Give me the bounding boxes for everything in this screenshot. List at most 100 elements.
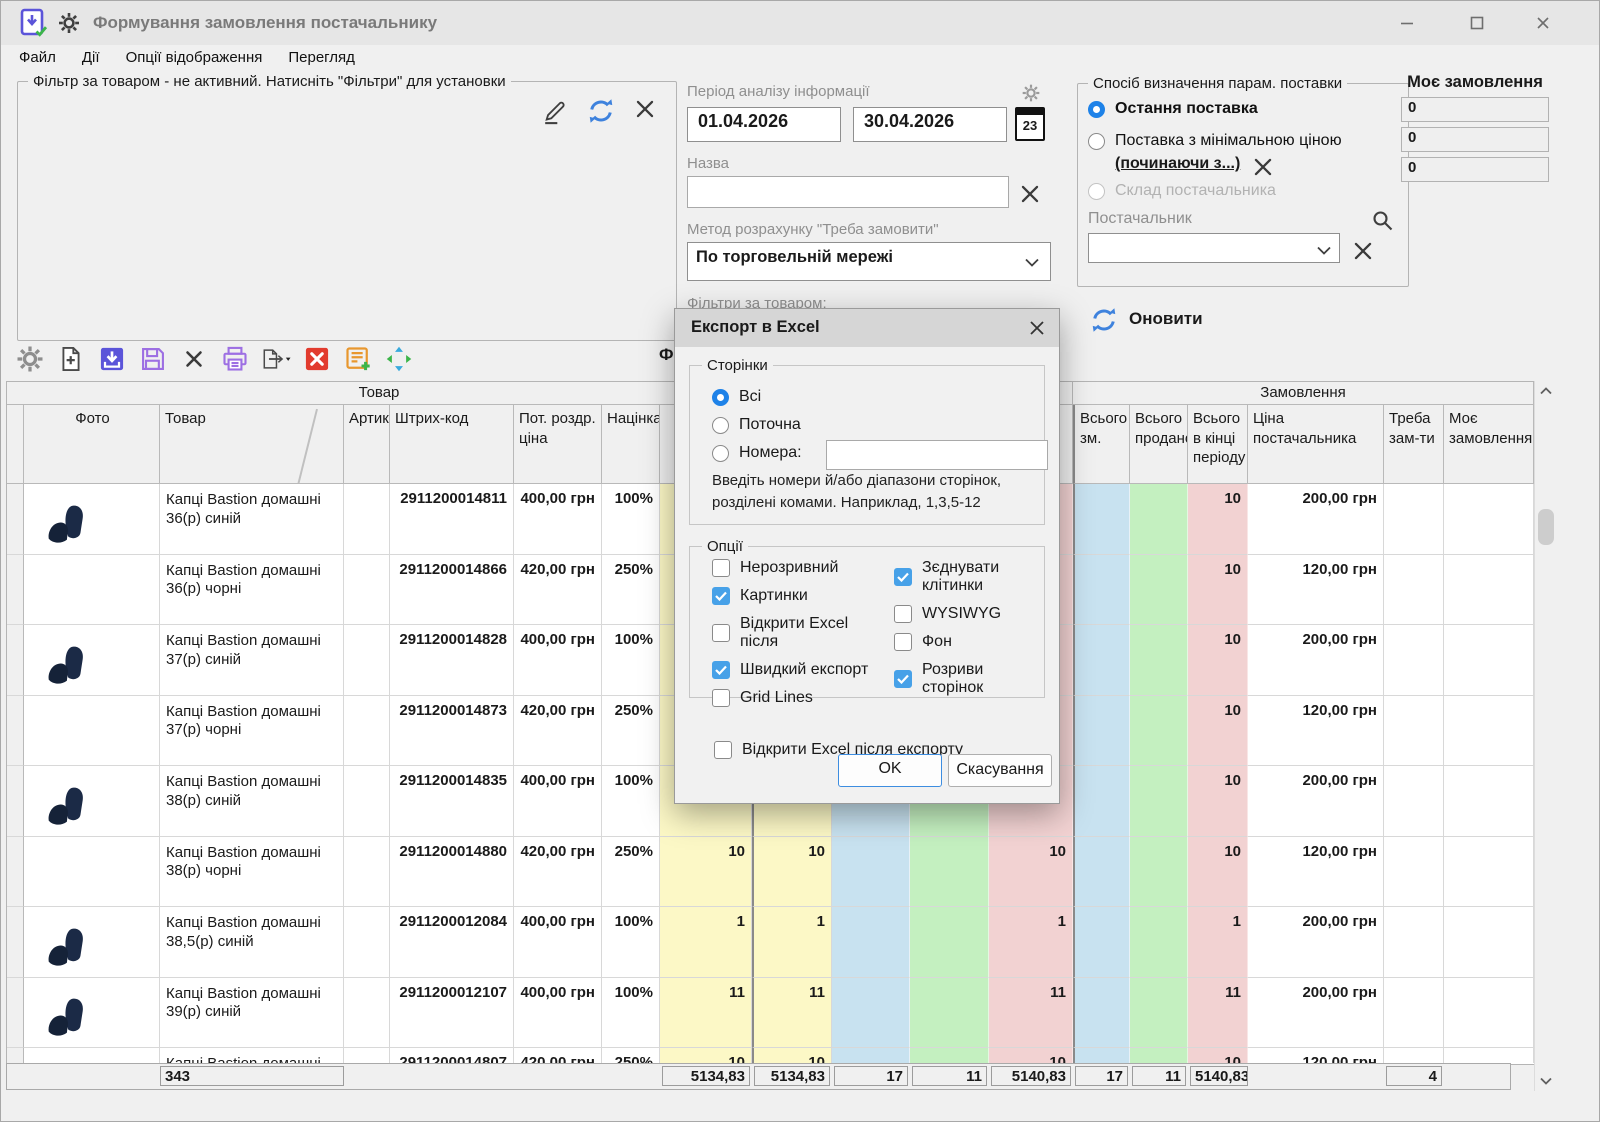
settings-icon[interactable] bbox=[15, 344, 45, 374]
toolbar bbox=[15, 341, 414, 377]
option-left-5[interactable]: Grid Lines bbox=[712, 689, 878, 707]
option-right-3[interactable]: Фон bbox=[894, 633, 1044, 651]
radio-icon[interactable] bbox=[712, 445, 729, 462]
column-header-my_order[interactable]: Моє замовлення bbox=[1444, 405, 1534, 484]
column-header-total_moves[interactable]: Всього зм. bbox=[1073, 405, 1130, 484]
method-select[interactable]: По торговельній мережі bbox=[687, 242, 1051, 281]
starting-from-clear-icon[interactable] bbox=[1250, 154, 1270, 174]
supplier-combo[interactable] bbox=[1088, 233, 1340, 263]
table-row[interactable]: Капці Bastion домашні2911200014807420,00… bbox=[7, 1048, 1534, 1063]
column-header-need_order[interactable]: Треба зам-ти bbox=[1384, 405, 1444, 484]
pages-radio-1[interactable]: Всі bbox=[712, 388, 1044, 406]
dialog-title-bar[interactable]: Експорт в Excel bbox=[675, 309, 1059, 347]
cell-qty_b: 10 bbox=[752, 1048, 832, 1063]
column-header-photo[interactable]: Фото bbox=[24, 405, 160, 484]
option-left-1[interactable]: Нерозривний bbox=[712, 559, 878, 577]
column-header-total_sold[interactable]: Всього продано bbox=[1130, 405, 1188, 484]
radio-icon[interactable] bbox=[712, 389, 729, 406]
cell-qty_a: 1 bbox=[660, 907, 752, 978]
import-icon[interactable] bbox=[97, 344, 127, 374]
menu-item-2[interactable]: Дії bbox=[82, 49, 100, 66]
edit-icon[interactable] bbox=[540, 96, 570, 126]
pages-radio-2[interactable]: Поточна bbox=[712, 416, 1044, 434]
cell-supplier_price: 200,00 грн bbox=[1248, 484, 1384, 555]
name-clear-icon[interactable] bbox=[1017, 181, 1039, 203]
move-icon[interactable] bbox=[384, 344, 414, 374]
export-icon[interactable] bbox=[261, 344, 291, 374]
column-header-article[interactable]: Артикул bbox=[344, 405, 390, 484]
scrollbar-thumb[interactable] bbox=[1538, 509, 1554, 545]
column-header-indicator[interactable] bbox=[7, 405, 24, 484]
cell-my_order bbox=[1444, 484, 1534, 555]
checkbox-label: Фон bbox=[922, 633, 952, 651]
close-button[interactable] bbox=[1529, 11, 1557, 35]
checkbox-icon[interactable] bbox=[894, 670, 912, 688]
radio-supplier-warehouse[interactable] bbox=[1088, 183, 1105, 200]
table-row[interactable]: Капці Bastion домашні 38,5(р) синій29112… bbox=[7, 907, 1534, 978]
column-header-name[interactable]: Товар bbox=[160, 405, 344, 484]
print-icon[interactable] bbox=[220, 344, 250, 374]
cell-supplier_price: 120,00 грн bbox=[1248, 555, 1384, 626]
checkbox-icon[interactable] bbox=[712, 661, 730, 679]
checkbox-icon[interactable] bbox=[894, 568, 912, 586]
column-header-total_end[interactable]: Всього в кінці періоду bbox=[1188, 405, 1248, 484]
scroll-down-icon[interactable] bbox=[1535, 1071, 1557, 1091]
excel-remove-icon[interactable] bbox=[302, 344, 332, 374]
column-header-retail_price[interactable]: Пот. роздр. ціна bbox=[514, 405, 602, 484]
cell-qty_b: 1 bbox=[752, 907, 832, 978]
refresh-button[interactable]: Оновити bbox=[1089, 305, 1203, 333]
calendar-icon[interactable]: 23 bbox=[1015, 107, 1045, 141]
name-input[interactable] bbox=[687, 176, 1009, 208]
save-add-icon[interactable] bbox=[343, 344, 373, 374]
column-header-markup[interactable]: Націнка bbox=[602, 405, 660, 484]
checkbox-icon[interactable] bbox=[712, 559, 730, 577]
table-row[interactable]: Капці Bastion домашні 39(р) синій2911200… bbox=[7, 978, 1534, 1049]
checkbox-icon[interactable] bbox=[894, 605, 912, 623]
checkbox-icon[interactable] bbox=[712, 587, 730, 605]
checkbox-icon[interactable] bbox=[712, 689, 730, 707]
table-row[interactable]: Капці Bastion домашні 38(р) чорні2911200… bbox=[7, 837, 1534, 908]
period-gear-icon[interactable] bbox=[1021, 83, 1041, 103]
column-header-supplier_price[interactable]: Ціна постачальника bbox=[1248, 405, 1384, 484]
option-left-4[interactable]: Швидкий експорт bbox=[712, 661, 878, 679]
delete-icon[interactable] bbox=[179, 344, 209, 374]
new-document-icon[interactable] bbox=[56, 344, 86, 374]
ok-button[interactable]: OK bbox=[838, 754, 942, 787]
column-header-barcode[interactable]: Штрих-код bbox=[390, 405, 514, 484]
date-from-field[interactable]: 01.04.2026 bbox=[687, 107, 841, 142]
checkbox-icon[interactable] bbox=[714, 741, 732, 759]
radio-icon[interactable] bbox=[712, 417, 729, 434]
search-icon[interactable] bbox=[1370, 208, 1394, 232]
page-numbers-input[interactable] bbox=[826, 440, 1048, 470]
dialog-close-icon[interactable] bbox=[1027, 318, 1047, 338]
cell-total_end: 10 bbox=[1188, 837, 1248, 908]
save-icon[interactable] bbox=[138, 344, 168, 374]
refresh-icon[interactable] bbox=[586, 96, 616, 126]
cancel-button[interactable]: Скасування bbox=[948, 754, 1052, 787]
supplier-clear-icon[interactable] bbox=[1350, 238, 1370, 258]
option-right-1[interactable]: Зєднувати клітинки bbox=[894, 559, 1044, 595]
menu-item-1[interactable]: Файл bbox=[19, 49, 56, 66]
cell-total_moves bbox=[1073, 555, 1130, 626]
vertical-scrollbar[interactable] bbox=[1534, 381, 1557, 1091]
option-right-4[interactable]: Розриви сторінок bbox=[894, 661, 1044, 697]
radio-min-price-supply[interactable] bbox=[1088, 133, 1105, 150]
minimize-button[interactable] bbox=[1393, 11, 1421, 35]
maximize-button[interactable] bbox=[1463, 11, 1491, 35]
cell-markup: 250% bbox=[602, 696, 660, 767]
option-left-3[interactable]: Відкрити Excel після bbox=[712, 615, 878, 651]
radio-last-supply[interactable] bbox=[1088, 101, 1105, 118]
menu-item-4[interactable]: Перегляд bbox=[288, 49, 355, 66]
cell-retail_price: 420,00 грн bbox=[514, 837, 602, 908]
date-to-field[interactable]: 30.04.2026 bbox=[853, 107, 1007, 142]
close-icon[interactable] bbox=[632, 96, 662, 126]
cell-sold_1 bbox=[910, 907, 989, 978]
starting-from-link[interactable]: (починаючи з...) bbox=[1115, 155, 1240, 173]
scroll-up-icon[interactable] bbox=[1535, 381, 1557, 401]
checkbox-icon[interactable] bbox=[712, 624, 730, 642]
option-left-2[interactable]: Картинки bbox=[712, 587, 878, 605]
cell-total_sold bbox=[1130, 766, 1188, 837]
menu-item-3[interactable]: Опції відображення bbox=[126, 49, 263, 66]
checkbox-icon[interactable] bbox=[894, 633, 912, 651]
option-right-2[interactable]: WYSIWYG bbox=[894, 605, 1044, 623]
